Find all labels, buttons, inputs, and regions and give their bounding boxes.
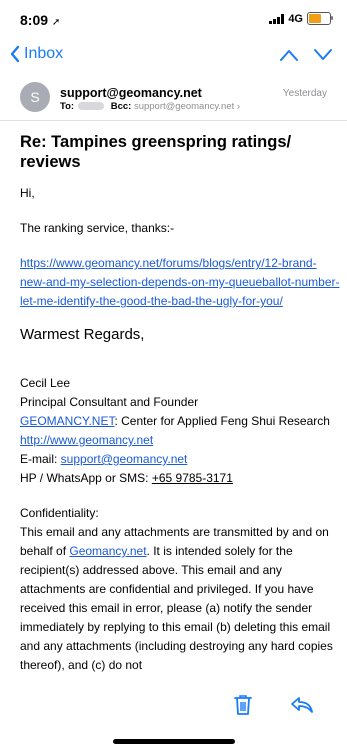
greeting: Hi, [20,186,35,200]
confidentiality-part-2: . It is intended solely for the recipien… [20,544,333,672]
trash-icon[interactable] [233,694,253,716]
message-subject: Re: Tampines greenspring ratings/ review… [20,133,292,171]
previous-message-icon[interactable] [279,48,299,62]
email-link[interactable]: support@geomancy.net [61,452,188,466]
blog-link[interactable]: https://www.geomancy.net/forums/blogs/en… [20,256,340,308]
battery-icon [307,12,333,25]
email-label: E-mail: [20,452,61,466]
reply-icon[interactable] [290,696,314,714]
to-label: To: [60,101,75,112]
signature-email: E-mail: support@geomancy.net [20,450,340,469]
confidentiality-text: This email and any attachments are trans… [20,523,340,675]
message-nav [279,48,333,62]
back-label: Inbox [24,45,64,62]
signature-title: Principal Consultant and Founder [20,395,199,409]
signature-name: Cecil Lee [20,376,71,390]
redacted-recipient [78,102,105,111]
time-text: 8:09 [20,12,49,28]
avatar: S [20,82,50,112]
regards-text: Warmest Regards, [20,326,145,343]
status-time: 8:09 ➚ [20,12,60,28]
geomancy-net-link[interactable]: Geomancy.net [69,544,146,558]
signature-phone: HP / WhatsApp or SMS: +65 9785-3171 [20,469,340,488]
confidentiality-heading: Confidentiality: [20,506,99,520]
phone-number[interactable]: +65 9785-3171 [152,471,233,485]
home-indicator[interactable] [113,739,235,744]
sender-address[interactable]: support@geomancy.net [60,86,202,100]
bcc-value: support@geomancy.net [133,101,235,112]
geomancy-link[interactable]: GEOMANCY.NET [20,414,114,428]
message-body: Hi, The ranking service, thanks:- https:… [20,184,340,675]
intro-text: The ranking service, thanks:- [20,221,175,235]
chevron-right-icon: › [236,101,241,112]
bcc-label: Bcc: [110,101,132,112]
recipients-line[interactable]: To: Bcc: support@geomancy.net › [60,101,240,112]
chevron-left-icon [10,45,20,63]
status-right: 4G [269,12,333,25]
website-link[interactable]: http://www.geomancy.net [20,433,153,447]
nav-bar: Inbox [0,40,347,74]
message-header[interactable]: S support@geomancy.net Yesterday To: Bcc… [0,76,347,121]
signature-org: GEOMANCY.NET: Center for Applied Feng Sh… [20,412,340,450]
phone-label: HP / WhatsApp or SMS: [20,471,152,485]
signal-icon [269,13,285,24]
status-bar: 8:09 ➚ 4G [0,0,347,40]
location-icon: ➚ [51,17,61,28]
next-message-icon[interactable] [313,48,333,62]
org-text: : Center for Applied Feng Shui Research [114,414,330,428]
message-date: Yesterday [282,88,327,99]
network-label: 4G [288,12,303,25]
back-button[interactable]: Inbox [10,45,63,63]
